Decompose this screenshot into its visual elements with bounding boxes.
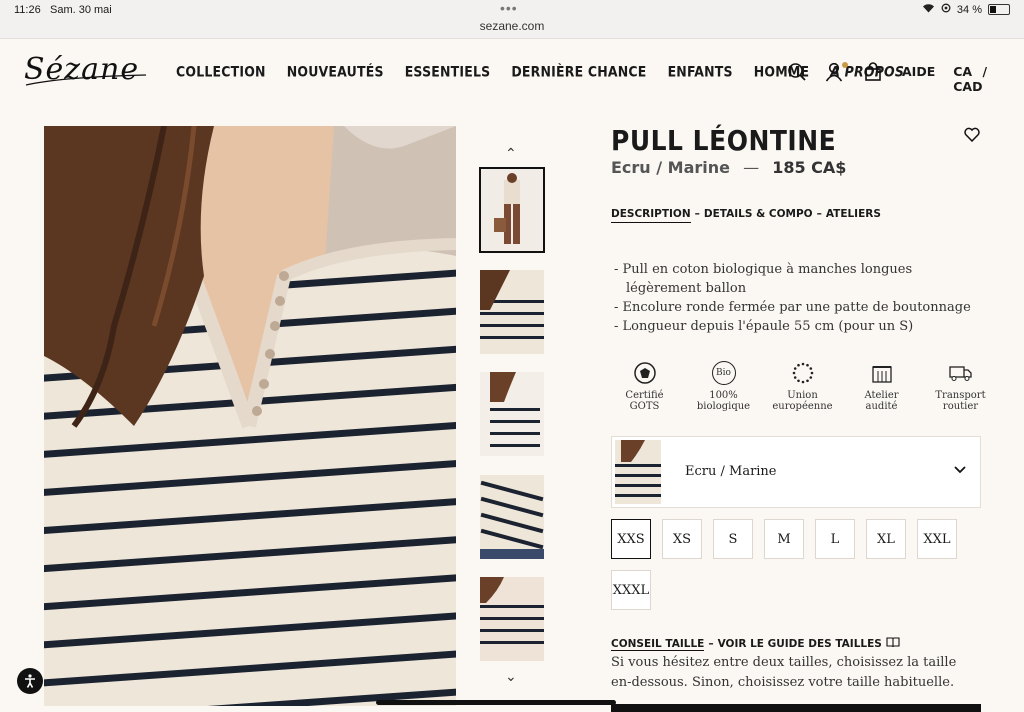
size-advice-header: CONSEIL TAILLE – VOIR LE GUIDE DES TAILL… (611, 637, 900, 651)
site-header: Sézane COLLECTION NOUVEAUTÉS ESSENTIELS … (0, 39, 1024, 105)
cert-line: biologique (696, 401, 751, 412)
add-to-cart-bar[interactable] (611, 704, 981, 712)
thumbnail-3[interactable] (480, 372, 544, 456)
cert-line: Atelier (864, 390, 899, 401)
thumbnail-5[interactable] (480, 577, 544, 661)
description-line: - Pull en coton biologique à manches lon… (614, 262, 913, 296)
menu-essentiels[interactable]: ESSENTIELS (405, 63, 491, 80)
factory-icon (842, 360, 921, 386)
bag-icon[interactable] (862, 61, 884, 83)
product-subline: Ecru / Marine — 185 CA$ (611, 158, 846, 177)
cert-line: audité (865, 401, 898, 412)
cert-transport: Transport routier (921, 360, 1000, 412)
notification-dot (842, 62, 848, 68)
status-indicators: 34 % (922, 3, 1010, 16)
product-description: - Pull en coton biologique à manches lon… (614, 260, 984, 336)
bio-icon: Bio (684, 360, 763, 386)
thumbs-down-arrow-icon[interactable]: ⌄ (505, 668, 517, 685)
product-price: 185 CA$ (772, 158, 847, 177)
menu-derniere-chance[interactable]: DERNIÈRE CHANCE (511, 63, 646, 80)
cert-atelier: Atelier audité (842, 360, 921, 412)
color-select-value: Ecru / Marine (685, 464, 777, 479)
header-right-links: AIDE CA / CAD (902, 64, 1024, 94)
size-guide-link[interactable]: VOIR LE GUIDE DES TAILLES (718, 638, 882, 650)
size-option[interactable]: L (815, 519, 855, 559)
bio-badge: Bio (711, 361, 736, 385)
account-icon[interactable] (824, 61, 848, 83)
certifications: Certifié GOTS Bio 100% biologique Union … (605, 360, 1000, 412)
region-label: CA (953, 64, 973, 79)
description-line: - Encolure ronde fermée par une patte de… (614, 300, 971, 315)
cert-eu: Union européenne (763, 360, 842, 412)
tab-ateliers[interactable]: ATELIERS (826, 208, 881, 223)
thumbs-up-arrow-icon[interactable]: ⌃ (505, 145, 517, 162)
price-dash: — (743, 158, 760, 177)
size-option[interactable]: XXS (611, 519, 651, 559)
book-icon[interactable] (886, 637, 900, 651)
status-time: 11:26 (14, 4, 41, 16)
cert-line: européenne (772, 401, 833, 412)
region-separator: / (982, 64, 988, 79)
menu-enfants[interactable]: ENFANTS (668, 63, 733, 80)
size-advice-label[interactable]: CONSEIL TAILLE (611, 638, 705, 651)
tab-separator: – (694, 208, 700, 220)
cert-line: Transport (935, 390, 986, 401)
menu-collection[interactable]: COLLECTION (176, 63, 266, 80)
info-tabs: DESCRIPTION – DETAILS & COMPO – ATELIERS (611, 208, 881, 223)
thumbnail-2[interactable] (480, 270, 544, 354)
size-advice-text: Si vous hésitez entre deux tailles, choi… (611, 655, 957, 690)
size-advice-separator: – (708, 638, 714, 650)
size-option[interactable]: XXXL (611, 570, 651, 610)
multitask-dots-icon[interactable]: ••• (500, 0, 518, 16)
battery-percent: 34 % (956, 3, 982, 16)
size-option[interactable]: M (764, 519, 804, 559)
accessibility-icon[interactable] (17, 668, 43, 694)
chevron-down-icon (954, 461, 966, 477)
tab-separator: – (816, 208, 822, 220)
cert-bio: Bio 100% biologique (684, 360, 763, 412)
help-link[interactable]: AIDE (902, 64, 935, 94)
status-bar: 11:26 Sam. 30 mai ••• sezane.com 34 % (0, 0, 1024, 39)
home-indicator (376, 700, 616, 705)
product-main-image[interactable]: › (44, 126, 456, 706)
cert-line: Certifié (625, 390, 664, 401)
wishlist-heart-icon[interactable] (964, 127, 980, 147)
region-currency-selector[interactable]: CA / CAD (953, 64, 1024, 94)
size-option[interactable]: XXL (917, 519, 957, 559)
cert-line: GOTS (629, 401, 660, 412)
product-title: PULL LÉONTINE (611, 124, 837, 157)
product-photo (44, 126, 456, 706)
size-option[interactable]: XS (662, 519, 702, 559)
size-option[interactable]: XL (866, 519, 906, 559)
wifi-icon (922, 3, 935, 16)
location-icon (941, 3, 951, 16)
size-option[interactable]: S (713, 519, 753, 559)
color-select[interactable]: Ecru / Marine (611, 436, 981, 508)
tab-details-compo[interactable]: DETAILS & COMPO (704, 208, 813, 223)
address-bar[interactable]: sezane.com (0, 19, 1024, 33)
product-color: Ecru / Marine (611, 158, 731, 177)
cert-line: Union (787, 390, 818, 401)
search-icon[interactable] (786, 61, 808, 83)
battery-icon (988, 4, 1010, 15)
cert-gots: Certifié GOTS (605, 360, 684, 412)
truck-icon (921, 360, 1000, 386)
menu-nouveautes[interactable]: NOUVEAUTÉS (287, 63, 384, 80)
header-icons (786, 61, 884, 83)
color-swatch-image (615, 440, 661, 504)
currency-label: CAD (953, 79, 983, 94)
cert-line: routier (942, 401, 979, 412)
thumbnail-1[interactable] (479, 167, 545, 253)
status-date: Sam. 30 mai (50, 4, 112, 16)
description-line: - Longueur depuis l'épaule 55 cm (pour u… (614, 319, 914, 334)
eu-icon (763, 360, 842, 386)
cert-line: 100% (709, 390, 738, 401)
thumbnail-4[interactable] (480, 475, 544, 559)
tab-description[interactable]: DESCRIPTION (611, 208, 691, 223)
gots-icon (605, 360, 684, 386)
